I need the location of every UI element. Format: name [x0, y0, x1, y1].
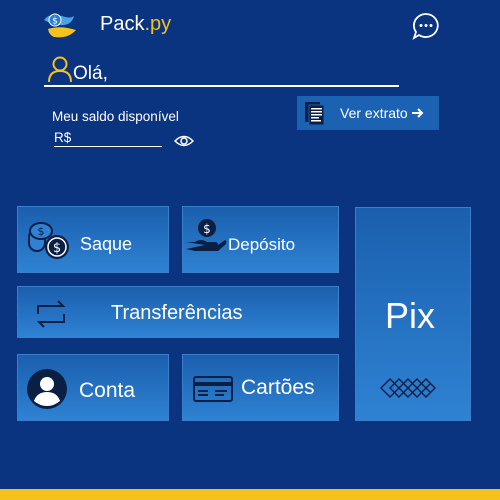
withdraw-label: Saque: [80, 234, 133, 254]
bird-money-logo-icon: $: [44, 13, 76, 38]
app-screen: { "header": { "brand_main": "Pack", "bra…: [0, 0, 500, 500]
svg-text:$: $: [52, 17, 58, 27]
balance-value: R$: [54, 130, 162, 147]
withdraw-tile[interactable]: $ $ Saque: [17, 206, 169, 273]
view-statement-label: Ver extrato: [340, 105, 408, 121]
brand-main: Pack: [100, 13, 145, 35]
account-tile[interactable]: Conta: [17, 354, 169, 421]
svg-text:$: $: [53, 241, 61, 256]
greeting-text: Olá,: [73, 63, 108, 84]
coins-icon: $ $: [28, 222, 69, 259]
deposit-tile[interactable]: $ Depósito: [182, 206, 339, 273]
document-icon: [305, 102, 325, 126]
transfers-tile[interactable]: Transferências: [17, 286, 339, 338]
svg-text:$: $: [203, 222, 211, 236]
balance-label: Meu saldo disponível: [52, 109, 179, 124]
account-circle-icon: [27, 369, 67, 409]
pix-label: Pix: [385, 295, 436, 336]
account-label: Conta: [79, 379, 136, 402]
chat-button[interactable]: [411, 11, 441, 41]
cards-label: Cartões: [241, 376, 315, 399]
credit-card-icon: [193, 376, 233, 402]
chat-bubble-icon: [412, 13, 439, 41]
deposit-label: Depósito: [228, 235, 296, 254]
transfers-label: Transferências: [111, 302, 243, 324]
arrow-right-icon: [411, 108, 424, 118]
user-outline-icon: [47, 55, 73, 83]
app-logo: $: [40, 10, 80, 40]
pix-tile[interactable]: Pix: [355, 207, 471, 421]
svg-text:$: $: [38, 225, 45, 238]
greeting-divider: [44, 85, 399, 87]
eye-icon[interactable]: [173, 134, 195, 148]
hand-money-icon: $: [186, 219, 227, 251]
view-statement-button[interactable]: Ver extrato: [297, 96, 439, 130]
bottom-accent-bar: [0, 489, 500, 500]
brand-name: Pack.py: [100, 13, 171, 36]
cards-tile[interactable]: Cartões: [182, 354, 339, 421]
pix-diamonds-icon: [380, 378, 436, 398]
brand-accent: .py: [144, 13, 172, 35]
swap-arrows-icon: [36, 300, 66, 328]
